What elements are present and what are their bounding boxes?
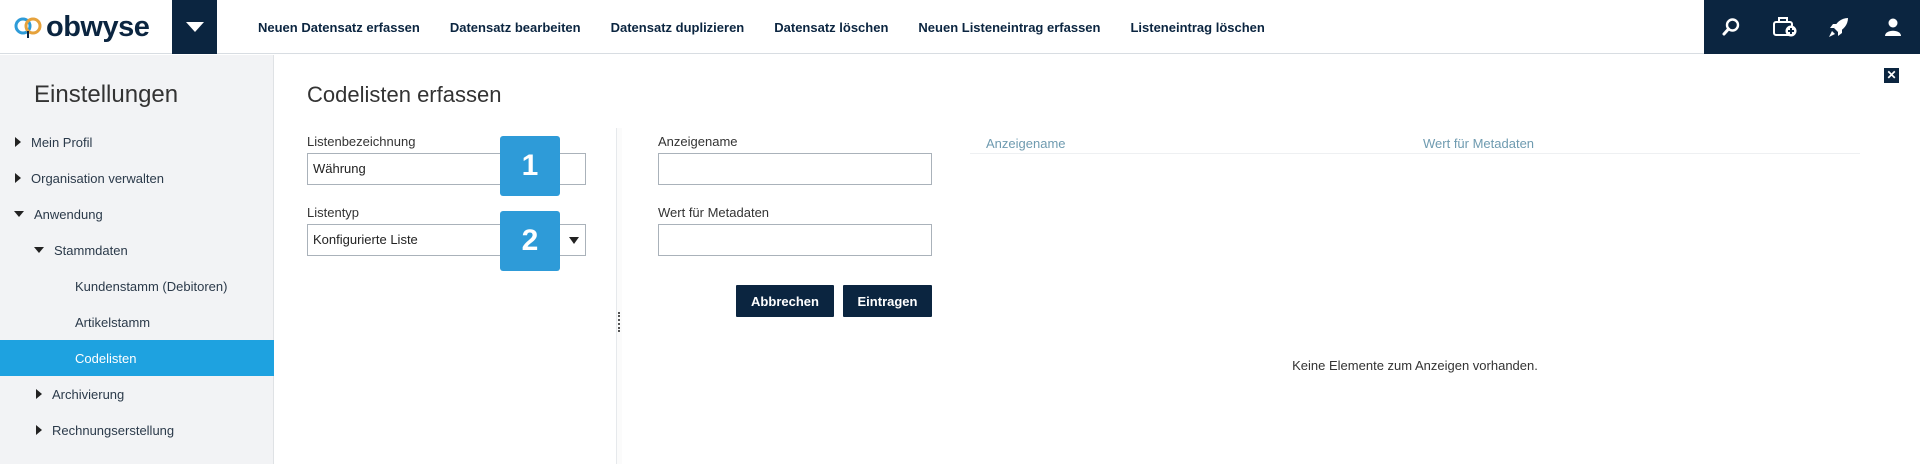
sidebar-item-label: Codelisten xyxy=(75,350,137,366)
nav-new-list-entry[interactable]: Neuen Listeneintrag erfassen xyxy=(918,20,1100,35)
grid-column-display-name[interactable]: Anzeigename xyxy=(986,136,1066,151)
sidebar-item-label: Organisation verwalten xyxy=(31,170,164,186)
caret-right-icon xyxy=(15,173,21,183)
sidebar-item-label: Anwendung xyxy=(34,206,103,222)
sidebar-item-customers[interactable]: Kundenstamm (Debitoren) xyxy=(0,268,274,304)
list-type-value: Konfigurierte Liste xyxy=(313,232,418,247)
chevron-down-icon xyxy=(185,22,204,32)
add-case-button[interactable] xyxy=(1765,7,1805,47)
sidebar-item-invoicing[interactable]: Rechnungserstellung xyxy=(0,412,274,448)
sidebar-item-label: Rechnungserstellung xyxy=(52,422,175,438)
logo[interactable]: obwyse xyxy=(0,0,172,54)
nav-delete-record[interactable]: Datensatz löschen xyxy=(774,20,888,35)
grid-empty-message: Keine Elemente zum Anzeigen vorhanden. xyxy=(1292,358,1538,373)
sidebar-item-codelists[interactable]: Codelisten xyxy=(0,340,274,376)
sidebar-item-label: Kundenstamm (Debitoren) xyxy=(75,278,228,294)
nav-delete-list-entry[interactable]: Listeneintrag löschen xyxy=(1130,20,1264,35)
page-title: Codelisten erfassen xyxy=(307,82,502,107)
display-name-input[interactable] xyxy=(658,153,932,185)
grid-header: Anzeigename Wert für Metadaten xyxy=(970,132,1860,154)
splitter[interactable] xyxy=(616,128,622,464)
user-button[interactable] xyxy=(1873,7,1913,47)
metadata-value-input[interactable] xyxy=(658,224,932,256)
rocket-icon xyxy=(1829,18,1848,37)
callout-badge-1: 1 xyxy=(500,136,560,196)
grid-column-metadata-value[interactable]: Wert für Metadaten xyxy=(1423,136,1534,151)
sidebar-item-application[interactable]: Anwendung xyxy=(0,196,274,232)
menu-toggle-button[interactable] xyxy=(172,0,217,54)
add-case-icon xyxy=(1773,17,1797,37)
callout-badge-2: 2 xyxy=(500,211,560,271)
chevron-down-icon xyxy=(569,237,579,244)
action-nav: Neuen Datensatz erfassen Datensatz bearb… xyxy=(258,0,1295,54)
metadata-value-label: Wert für Metadaten xyxy=(658,205,770,220)
cancel-button[interactable]: Abbrechen xyxy=(736,285,834,317)
nav-new-record[interactable]: Neuen Datensatz erfassen xyxy=(258,20,420,35)
sidebar-item-articles[interactable]: Artikelstamm xyxy=(0,304,274,340)
sidebar-item-profile[interactable]: Mein Profil xyxy=(0,124,274,160)
top-bar: obwyse Neuen Datensatz erfassen Datensat… xyxy=(0,0,1920,54)
sidebar-item-label: Artikelstamm xyxy=(75,314,151,330)
sidebar-item-archiving[interactable]: Archivierung xyxy=(0,376,274,412)
display-name-label: Anzeigename xyxy=(658,134,738,149)
rocket-button[interactable] xyxy=(1819,7,1859,47)
search-button[interactable] xyxy=(1711,7,1751,47)
list-type-label: Listentyp xyxy=(307,205,360,220)
nav-duplicate-record[interactable]: Datensatz duplizieren xyxy=(611,20,745,35)
caret-right-icon xyxy=(36,425,42,435)
submit-button[interactable]: Eintragen xyxy=(843,285,932,317)
settings-sidebar: Einstellungen Mein Profil Organisation v… xyxy=(0,55,274,464)
sidebar-item-label: Stammdaten xyxy=(54,242,128,258)
sidebar-item-label: Archivierung xyxy=(52,386,125,402)
caret-right-icon xyxy=(36,389,42,399)
caret-down-icon xyxy=(14,211,24,217)
sidebar-item-label: Mein Profil xyxy=(31,134,93,150)
close-icon[interactable]: ✕ xyxy=(1884,68,1899,83)
caret-down-icon xyxy=(34,247,44,253)
nav-edit-record[interactable]: Datensatz bearbeiten xyxy=(450,20,581,35)
sidebar-item-master-data[interactable]: Stammdaten xyxy=(0,232,274,268)
logo-text: obwyse xyxy=(46,10,150,43)
drag-handle-icon[interactable] xyxy=(618,312,620,332)
tool-bar xyxy=(1704,0,1920,54)
caret-right-icon xyxy=(15,137,21,147)
user-icon xyxy=(1885,18,1901,36)
logo-icon xyxy=(14,17,42,38)
search-icon xyxy=(1722,18,1740,36)
list-name-label: Listenbezeichnung xyxy=(307,134,416,149)
sidebar-item-organisation[interactable]: Organisation verwalten xyxy=(0,160,274,196)
